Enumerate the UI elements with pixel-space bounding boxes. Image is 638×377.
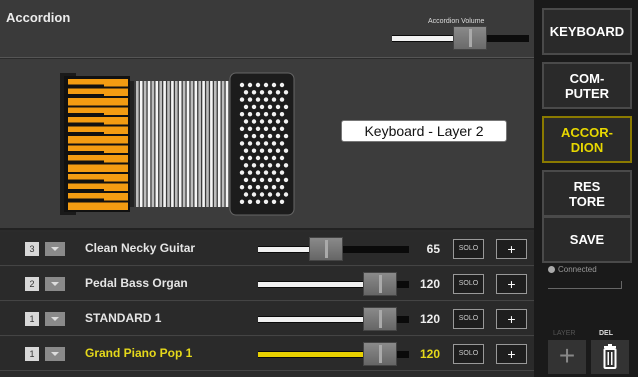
plus-icon: +: [558, 340, 576, 371]
computer-button[interactable]: COM- PUTER: [542, 62, 632, 109]
connection-status-text: Connected: [558, 265, 597, 274]
channel-volume-slider[interactable]: [258, 272, 409, 296]
connection-line: [548, 281, 622, 289]
channel-volume-value: 120: [419, 312, 440, 326]
add-button[interactable]: +: [496, 274, 527, 294]
connection-status: Connected: [548, 265, 597, 274]
add-button[interactable]: +: [496, 239, 527, 259]
solo-button[interactable]: SOLO: [453, 344, 484, 364]
channel-name: Grand Piano Pop 1: [85, 346, 193, 360]
solo-button[interactable]: SOLO: [453, 239, 484, 259]
keyboard-button[interactable]: KEYBOARD: [542, 8, 632, 55]
channel-volume-slider[interactable]: [258, 307, 409, 331]
channel-row: 1 Grand Piano Pop 1 120 SOLO +: [0, 337, 534, 371]
trash-icon: [603, 344, 617, 369]
channel-volume-fill: [258, 282, 368, 287]
channel-dropdown[interactable]: [45, 347, 65, 361]
solo-button[interactable]: SOLO: [453, 309, 484, 329]
channel-volume-fill: [258, 317, 368, 322]
add-button[interactable]: +: [496, 344, 527, 364]
channel-volume-slider[interactable]: [258, 237, 409, 261]
channel-number[interactable]: 2: [25, 277, 39, 291]
channel-volume-thumb[interactable]: [363, 342, 397, 366]
save-button[interactable]: SAVE: [542, 216, 632, 263]
channel-volume-fill: [258, 247, 314, 252]
sidebar: KEYBOARD COM- PUTER ACCOR- DION RES TORE SAV…: [534, 0, 638, 377]
volume-slider-fill: [392, 36, 458, 41]
delete-label: DEL: [599, 330, 613, 337]
accordion-button[interactable]: ACCOR- DION: [542, 116, 632, 163]
volume-slider-thumb[interactable]: [453, 26, 487, 50]
volume-slider[interactable]: [392, 26, 529, 50]
restore-button[interactable]: RES TORE: [542, 170, 632, 217]
channel-row: 2 Pedal Bass Organ 120 SOLO +: [0, 267, 534, 301]
channel-volume-fill: [258, 352, 368, 357]
page-title: Accordion: [6, 10, 71, 25]
add-layer-button[interactable]: +: [548, 340, 586, 374]
channel-volume-value: 120: [419, 347, 440, 361]
channel-name: Clean Necky Guitar: [85, 241, 196, 255]
channel-volume-thumb[interactable]: [309, 237, 343, 261]
channel-number[interactable]: 1: [25, 312, 39, 326]
delete-layer-button[interactable]: [591, 340, 629, 374]
volume-label: Accordion Volume: [428, 18, 485, 25]
channel-volume-thumb[interactable]: [363, 307, 397, 331]
channel-dropdown[interactable]: [45, 312, 65, 326]
channel-volume-thumb[interactable]: [363, 272, 397, 296]
instrument-visual: Keyboard - Layer 2: [0, 59, 534, 230]
layer-display: Keyboard - Layer 2: [341, 120, 507, 142]
accordion-image: [60, 72, 295, 216]
main-panel: Accordion Accordion Volume Keyboard - La…: [0, 0, 534, 377]
status-dot-icon: [548, 266, 555, 274]
channel-dropdown[interactable]: [45, 242, 65, 256]
channel-volume-slider[interactable]: [258, 342, 409, 366]
add-button[interactable]: +: [496, 309, 527, 329]
channel-name: STANDARD 1: [85, 311, 162, 325]
channel-row: 1 STANDARD 1 120 SOLO +: [0, 302, 534, 336]
channel-row: 3 Clean Necky Guitar 65 SOLO +: [0, 232, 534, 266]
layer-label: LAYER: [553, 330, 576, 337]
channel-dropdown[interactable]: [45, 277, 65, 291]
header: Accordion Accordion Volume: [0, 0, 534, 58]
solo-button[interactable]: SOLO: [453, 274, 484, 294]
channel-number[interactable]: 3: [25, 242, 39, 256]
channel-volume-value: 65: [426, 242, 440, 256]
channel-volume-value: 120: [419, 277, 440, 291]
channel-name: Pedal Bass Organ: [85, 276, 188, 290]
channel-number[interactable]: 1: [25, 347, 39, 361]
